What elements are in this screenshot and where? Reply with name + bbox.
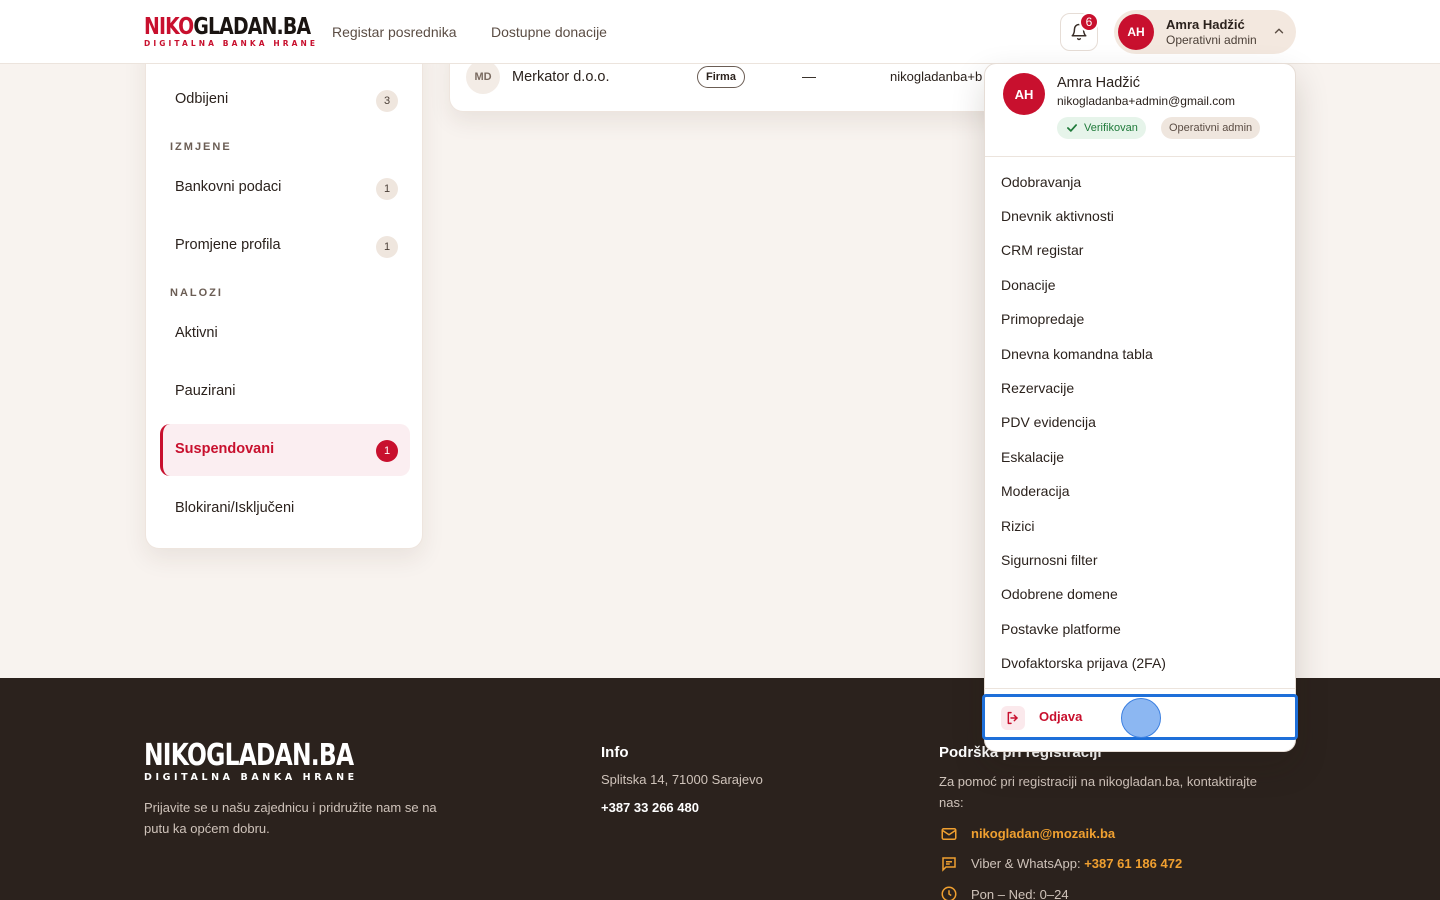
footer-logo-tagline: DIGITALNA BANKA HRANE bbox=[144, 772, 358, 783]
footer-address: Splitska 14, 71000 Sarajevo bbox=[601, 772, 763, 787]
footer-info-title: Info bbox=[601, 744, 629, 761]
clock-icon bbox=[941, 886, 957, 900]
footer-about: Prijavite se u našu zajednicu i pridruži… bbox=[144, 800, 437, 836]
row-avatar: MD bbox=[466, 60, 500, 94]
menu-item-donacije[interactable]: Donacije bbox=[1001, 277, 1055, 293]
user-dropdown-menu: AH Amra Hadžić nikogladanba+admin@gmail.… bbox=[982, 63, 1298, 752]
support-hours: Pon – Ned: 0–24 bbox=[971, 887, 1069, 900]
menu-item-pdv-evidencija[interactable]: PDV evidencija bbox=[1001, 414, 1096, 430]
type-badge: Firma bbox=[697, 66, 745, 88]
cursor-indicator bbox=[1121, 698, 1161, 738]
count-badge: 1 bbox=[376, 178, 398, 200]
user-role: Operativni admin bbox=[1166, 33, 1257, 47]
menu-item-primopredaje[interactable]: Primopredaje bbox=[1001, 311, 1084, 327]
status-sidebar: Odbijeni 3 IZMJENE Bankovni podaci 1 Pro… bbox=[145, 40, 423, 549]
sidebar-item-bankovni-podaci[interactable]: Bankovni podaci 1 bbox=[160, 162, 410, 214]
divider bbox=[985, 688, 1295, 689]
user-menu-toggle[interactable]: AH Amra Hadžić Operativni admin bbox=[1114, 10, 1296, 54]
dropdown-user-name: Amra Hadžić bbox=[1057, 75, 1140, 91]
row-email: nikogladanba+b bbox=[890, 69, 983, 84]
verified-badge: Verifikovan bbox=[1057, 117, 1146, 139]
check-icon bbox=[1067, 124, 1077, 132]
footer-logo[interactable]: NIKOGLADAN.BA DIGITALNA BANKA HRANE bbox=[144, 740, 412, 784]
dropdown-user-email: nikogladanba+admin@gmail.com bbox=[1057, 94, 1235, 108]
sidebar-item-odbijeni[interactable]: Odbijeni 3 bbox=[160, 74, 410, 126]
count-badge: 3 bbox=[376, 90, 398, 112]
viber-phone-link[interactable]: +387 61 186 472 bbox=[1084, 856, 1182, 871]
support-email-link[interactable]: nikogladan@mozaik.ba bbox=[971, 826, 1115, 841]
mail-icon bbox=[941, 828, 957, 840]
user-name: Amra Hadžić bbox=[1166, 17, 1245, 32]
section-title-izmjene: IZMJENE bbox=[170, 141, 232, 153]
count-badge: 1 bbox=[376, 236, 398, 258]
menu-item-postavke-platforme[interactable]: Postavke platforme bbox=[1001, 621, 1121, 637]
nav-dostupne-donacije[interactable]: Dostupne donacije bbox=[491, 24, 607, 40]
notification-count-badge: 6 bbox=[1079, 12, 1099, 32]
row-empty-value: — bbox=[802, 68, 816, 84]
row-name: Merkator d.o.o. bbox=[512, 69, 610, 85]
menu-item-odobravanja[interactable]: Odobravanja bbox=[1001, 174, 1081, 190]
footer-phone[interactable]: +387 33 266 480 bbox=[601, 800, 699, 815]
logout-button[interactable]: Odjava bbox=[982, 694, 1298, 740]
menu-item-dnevnik-aktivnosti[interactable]: Dnevnik aktivnosti bbox=[1001, 208, 1114, 224]
menu-item-eskalacije[interactable]: Eskalacije bbox=[1001, 449, 1064, 465]
menu-item-odobrene-domene[interactable]: Odobrene domene bbox=[1001, 586, 1118, 602]
avatar: AH bbox=[1003, 73, 1045, 115]
menu-item-rizici[interactable]: Rizici bbox=[1001, 518, 1034, 534]
sidebar-item-pauzirani[interactable]: Pauzirani bbox=[160, 366, 410, 418]
logout-icon bbox=[1001, 706, 1025, 730]
menu-item-moderacija[interactable]: Moderacija bbox=[1001, 483, 1069, 499]
menu-item-dnevna-komandna-tabla[interactable]: Dnevna komandna tabla bbox=[1001, 346, 1153, 362]
chat-icon bbox=[942, 857, 956, 872]
avatar: AH bbox=[1118, 14, 1154, 50]
menu-item-crm-registar[interactable]: CRM registar bbox=[1001, 242, 1083, 258]
section-title-nalozi: NALOZI bbox=[170, 287, 223, 299]
sidebar-item-aktivni[interactable]: Aktivni bbox=[160, 308, 410, 360]
footer-support-text: Za pomoć pri registraciji na nikogladan.… bbox=[939, 774, 1257, 810]
sidebar-item-promjene-profila[interactable]: Promjene profila 1 bbox=[160, 220, 410, 272]
chevron-up-icon bbox=[1274, 28, 1284, 34]
site-logo[interactable]: NIKOGLADAN.BA DIGITALNA BANKA HRANE bbox=[144, 15, 347, 48]
divider bbox=[985, 156, 1295, 157]
menu-item-sigurnosni-filter[interactable]: Sigurnosni filter bbox=[1001, 552, 1098, 568]
menu-item-2fa[interactable]: Dvofaktorska prijava (2FA) bbox=[1001, 655, 1166, 671]
logo-tagline: DIGITALNA BANKA HRANE bbox=[144, 39, 319, 48]
viber-label: Viber & WhatsApp: bbox=[971, 856, 1081, 871]
sidebar-item-blokirani[interactable]: Blokirani/Isključeni bbox=[160, 483, 410, 535]
role-badge: Operativni admin bbox=[1161, 117, 1261, 139]
count-badge: 1 bbox=[376, 440, 398, 462]
nav-registar-posrednika[interactable]: Registar posrednika bbox=[332, 24, 457, 40]
top-header: NIKOGLADAN.BA DIGITALNA BANKA HRANE Regi… bbox=[0, 0, 1440, 64]
sidebar-item-suspendovani[interactable]: Suspendovani 1 bbox=[160, 424, 410, 476]
menu-item-rezervacije[interactable]: Rezervacije bbox=[1001, 380, 1074, 396]
